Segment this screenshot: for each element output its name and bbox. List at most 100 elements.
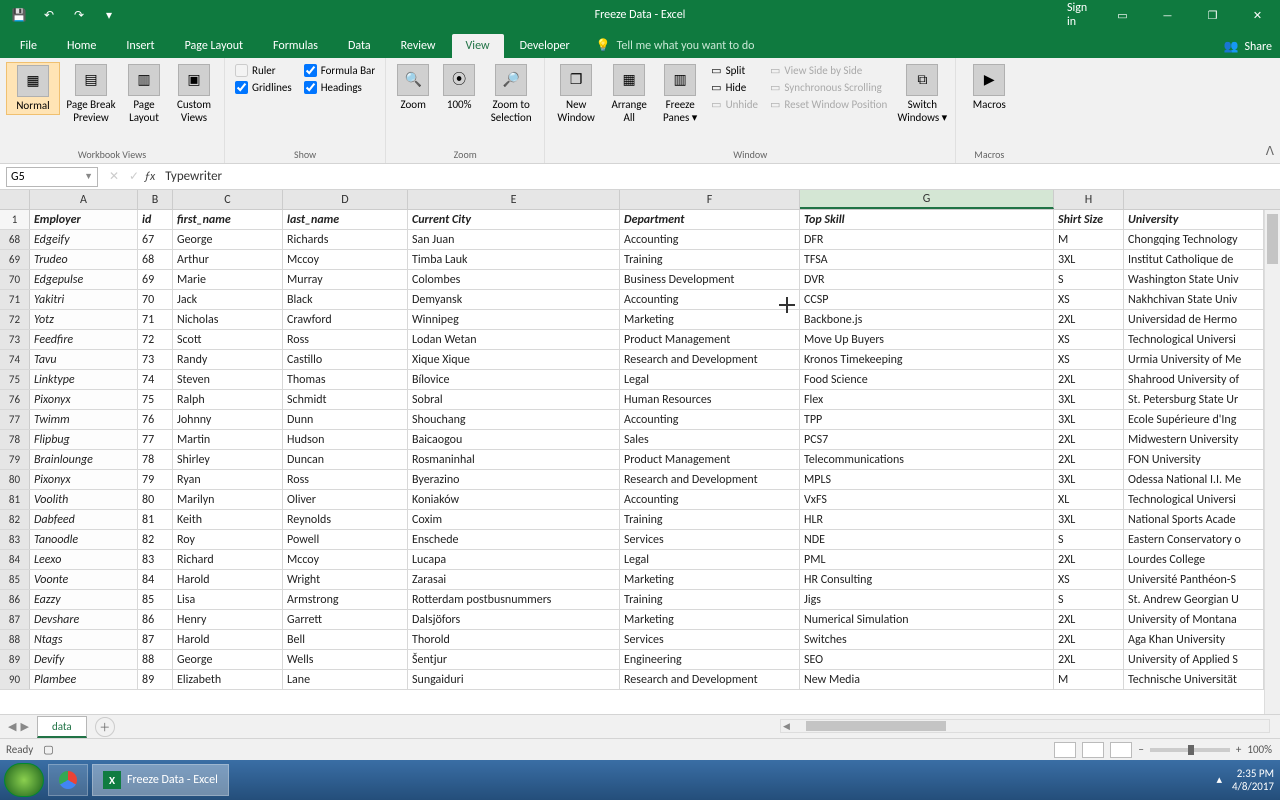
- sign-in-link[interactable]: Sign in: [1055, 0, 1100, 30]
- cell[interactable]: Xique Xique: [408, 350, 620, 369]
- system-tray[interactable]: ▴ 2:35 PM 4/8/2017: [1217, 767, 1274, 793]
- cell[interactable]: Yotz: [30, 310, 138, 329]
- header-top-skill[interactable]: Top Skill: [800, 210, 1054, 229]
- cell[interactable]: St. Andrew Georgian U: [1124, 590, 1264, 609]
- cell[interactable]: HLR: [800, 510, 1054, 529]
- cell[interactable]: Ecole Supérieure d'Ing: [1124, 410, 1264, 429]
- row-head[interactable]: 85: [0, 570, 30, 589]
- col-C[interactable]: C: [173, 190, 283, 209]
- cell[interactable]: 2XL: [1054, 430, 1124, 449]
- undo-icon[interactable]: ↶: [38, 4, 60, 26]
- cell[interactable]: George: [173, 650, 283, 669]
- spreadsheet-grid[interactable]: A B C D E F G H 1 Employer id first_name…: [0, 190, 1280, 714]
- cell[interactable]: Mccoy: [283, 550, 408, 569]
- row-head[interactable]: 77: [0, 410, 30, 429]
- cell[interactable]: TPP: [800, 410, 1054, 429]
- cell[interactable]: Bell: [283, 630, 408, 649]
- header-last-name[interactable]: last_name: [283, 210, 408, 229]
- cell[interactable]: Garrett: [283, 610, 408, 629]
- headings-checkbox[interactable]: Headings: [304, 81, 375, 94]
- cell[interactable]: 2XL: [1054, 450, 1124, 469]
- vertical-scrollbar[interactable]: [1264, 210, 1280, 714]
- cell[interactable]: Ross: [283, 470, 408, 489]
- cell[interactable]: Shirley: [173, 450, 283, 469]
- freeze-panes-button[interactable]: ▥Freeze Panes ▾: [657, 62, 703, 126]
- row-head[interactable]: 71: [0, 290, 30, 309]
- row-head[interactable]: 79: [0, 450, 30, 469]
- row-head[interactable]: 76: [0, 390, 30, 409]
- cell[interactable]: Tanoodle: [30, 530, 138, 549]
- cell[interactable]: Lourdes College: [1124, 550, 1264, 569]
- cell[interactable]: New Media: [800, 670, 1054, 689]
- cell[interactable]: Technological Universi: [1124, 330, 1264, 349]
- cell[interactable]: Harold: [173, 630, 283, 649]
- cell[interactable]: Backbone.js: [800, 310, 1054, 329]
- zoom-to-selection-button[interactable]: 🔎Zoom to Selection: [484, 62, 538, 126]
- cell[interactable]: 78: [138, 450, 173, 469]
- new-window-button[interactable]: ❐New Window: [551, 62, 601, 126]
- cell[interactable]: San Juan: [408, 230, 620, 249]
- cell[interactable]: Shahrood University of: [1124, 370, 1264, 389]
- cell[interactable]: Arthur: [173, 250, 283, 269]
- col-E[interactable]: E: [408, 190, 620, 209]
- tab-view[interactable]: View: [452, 34, 504, 58]
- row-head[interactable]: 89: [0, 650, 30, 669]
- row-head[interactable]: 84: [0, 550, 30, 569]
- cell[interactable]: Dunn: [283, 410, 408, 429]
- tab-home[interactable]: Home: [53, 34, 110, 58]
- row-head[interactable]: 74: [0, 350, 30, 369]
- cell[interactable]: DVR: [800, 270, 1054, 289]
- cell[interactable]: Pixonyx: [30, 390, 138, 409]
- col-G[interactable]: G: [800, 190, 1054, 209]
- cell[interactable]: Ralph: [173, 390, 283, 409]
- col-D[interactable]: D: [283, 190, 408, 209]
- cell[interactable]: Rotterdam postbusnummers: [408, 590, 620, 609]
- cell[interactable]: Voolith: [30, 490, 138, 509]
- row-head[interactable]: 80: [0, 470, 30, 489]
- cell[interactable]: S: [1054, 530, 1124, 549]
- cell[interactable]: 3XL: [1054, 410, 1124, 429]
- cell[interactable]: Sobral: [408, 390, 620, 409]
- maximize-button[interactable]: ❐: [1190, 0, 1235, 30]
- cell[interactable]: Richard: [173, 550, 283, 569]
- cell[interactable]: Chongqing Technology: [1124, 230, 1264, 249]
- cell[interactable]: Hudson: [283, 430, 408, 449]
- cell[interactable]: Shouchang: [408, 410, 620, 429]
- cell[interactable]: Coxim: [408, 510, 620, 529]
- hscroll-thumb[interactable]: [806, 721, 946, 731]
- ribbon-display-icon[interactable]: ▭: [1100, 0, 1145, 30]
- cell[interactable]: HR Consulting: [800, 570, 1054, 589]
- cell[interactable]: 3XL: [1054, 510, 1124, 529]
- cell[interactable]: Eazzy: [30, 590, 138, 609]
- cell[interactable]: Accounting: [620, 410, 800, 429]
- cell[interactable]: Mccoy: [283, 250, 408, 269]
- tab-insert[interactable]: Insert: [112, 34, 168, 58]
- cell[interactable]: Ntags: [30, 630, 138, 649]
- row-head[interactable]: 75: [0, 370, 30, 389]
- zoom-thumb[interactable]: [1188, 745, 1194, 755]
- macro-record-icon[interactable]: ▢: [43, 743, 53, 756]
- cell[interactable]: Odessa National I.I. Me: [1124, 470, 1264, 489]
- cell[interactable]: Lane: [283, 670, 408, 689]
- collapse-ribbon-icon[interactable]: ᐱ: [1266, 144, 1274, 159]
- cell[interactable]: Accounting: [620, 290, 800, 309]
- page-layout-button[interactable]: ▥Page Layout: [122, 62, 166, 126]
- cell[interactable]: M: [1054, 670, 1124, 689]
- header-employer[interactable]: Employer: [30, 210, 138, 229]
- cell[interactable]: Randy: [173, 350, 283, 369]
- cell[interactable]: Plambee: [30, 670, 138, 689]
- cell[interactable]: Technische Universität: [1124, 670, 1264, 689]
- cell[interactable]: Zarasai: [408, 570, 620, 589]
- fx-icon[interactable]: ƒx: [144, 170, 155, 184]
- close-button[interactable]: ✕: [1235, 0, 1280, 30]
- cell[interactable]: Keith: [173, 510, 283, 529]
- cell[interactable]: Richards: [283, 230, 408, 249]
- zoom-100-button[interactable]: ⦿100%: [438, 62, 480, 113]
- switch-windows-button[interactable]: ⧉Switch Windows ▾: [895, 62, 949, 126]
- cell[interactable]: Enschede: [408, 530, 620, 549]
- cell[interactable]: Food Science: [800, 370, 1054, 389]
- cell[interactable]: 83: [138, 550, 173, 569]
- cell[interactable]: CCSP: [800, 290, 1054, 309]
- cell[interactable]: S: [1054, 590, 1124, 609]
- cell[interactable]: Legal: [620, 370, 800, 389]
